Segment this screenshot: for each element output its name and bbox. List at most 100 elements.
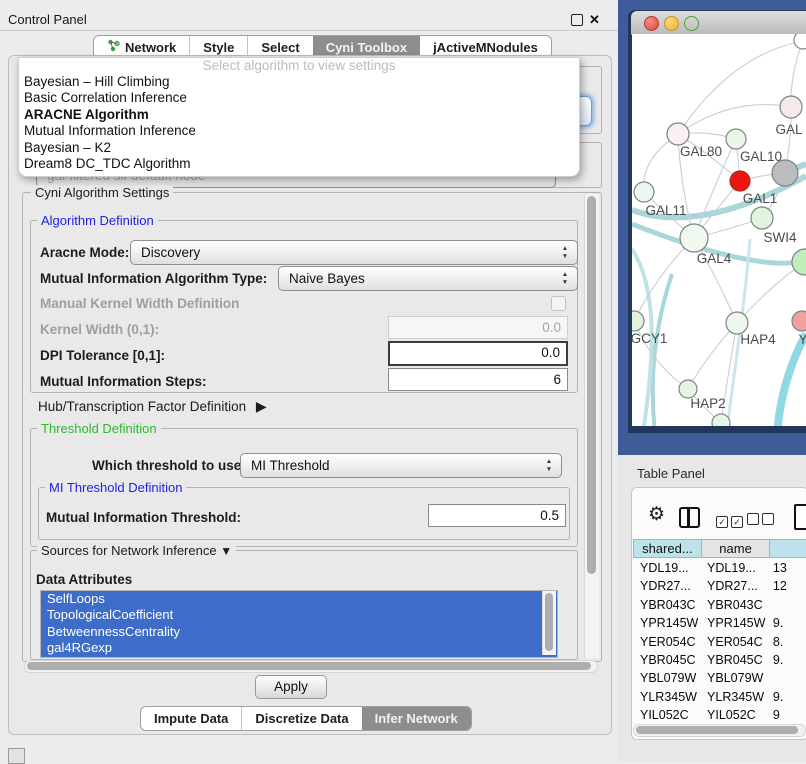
network-node[interactable] — [712, 414, 730, 426]
column-header-shared[interactable]: shared... — [633, 539, 701, 558]
float-window-button[interactable] — [571, 14, 583, 26]
table-cell: YDL19... — [633, 559, 702, 577]
attribute-item[interactable]: TopologicalCoefficient — [41, 607, 557, 623]
node-label: HAP2 — [690, 396, 725, 411]
expanded-arrow-icon[interactable]: ▼ — [220, 544, 232, 558]
table-row[interactable]: YDL19...YDL19...13 — [633, 559, 806, 577]
attribute-item[interactable]: SelfLoops — [41, 591, 557, 607]
hub-definition-text: Hub/Transcription Factor Definition — [38, 399, 246, 414]
table-cell: YLR345W — [702, 688, 770, 706]
network-node-gal[interactable] — [780, 96, 802, 118]
tab-label: Infer Network — [375, 707, 458, 730]
network-node-gal1[interactable] — [730, 171, 750, 191]
settings-hscrollbar-thumb[interactable] — [27, 662, 591, 670]
table-cell: YPR145W — [633, 614, 702, 632]
algorithm-option[interactable]: Dream8 DC_TDC Algorithm — [19, 156, 579, 172]
export-table-icon[interactable] — [794, 504, 806, 530]
network-node-gal4[interactable] — [680, 224, 708, 252]
attribute-item[interactable]: gal4RGexp — [41, 640, 557, 656]
bottom-tabs: Impute Data Discretize Data Infer Network — [140, 706, 472, 731]
table-row[interactable]: YDR27...YDR27...12 — [633, 577, 806, 595]
table-cell: YER054C — [633, 633, 702, 651]
network-node[interactable] — [772, 160, 798, 186]
settings-vscrollbar-thumb[interactable] — [587, 196, 596, 574]
mi-type-combo[interactable]: Naive Bayes ▲▼ — [278, 266, 578, 291]
hub-definition-label[interactable]: Hub/Transcription Factor Definition ▶ — [38, 398, 267, 415]
apply-button[interactable]: Apply — [255, 675, 327, 699]
table-cell: YBL079W — [702, 669, 770, 687]
network-canvas[interactable]: GALGAL80GAL10GAL1GAL11SWI4GAL4GCY1HAP4YH… — [632, 34, 806, 426]
settings-group-title: Cyni Algorithm Settings — [31, 185, 173, 200]
table-cell: YBR045C — [633, 651, 702, 669]
tab-label: Discretize Data — [255, 707, 348, 730]
table-row[interactable]: YIL052CYIL052C9 — [633, 706, 806, 719]
table-cell: YDR27... — [702, 577, 770, 595]
table-cell: YIL052C — [633, 706, 702, 719]
tab-impute-data[interactable]: Impute Data — [141, 707, 241, 730]
kernel-width-field[interactable]: 0.0 — [388, 316, 568, 339]
table-cell: YBR045C — [702, 651, 770, 669]
network-window-titlebar[interactable] — [631, 11, 806, 35]
network-node[interactable] — [794, 34, 806, 49]
close-window-icon[interactable] — [644, 16, 659, 31]
zoom-window-icon[interactable] — [684, 16, 699, 31]
node-label: GAL4 — [697, 251, 732, 266]
algorithm-dropdown-list: Bayesian – Hill ClimbingBasic Correlatio… — [19, 74, 579, 172]
attributes-vscrollbar-thumb[interactable] — [545, 593, 553, 651]
algorithm-option[interactable]: Bayesian – K2 — [19, 140, 579, 156]
split-columns-icon[interactable] — [679, 507, 700, 528]
minimize-window-icon[interactable] — [664, 16, 679, 31]
table-row[interactable]: YER054CYER054C8. — [633, 633, 806, 651]
network-node-gal10[interactable] — [726, 129, 746, 149]
network-node-gal80[interactable] — [667, 123, 689, 145]
kernel-width-label: Kernel Width (0,1): — [40, 322, 159, 337]
close-panel-icon[interactable]: ✕ — [589, 13, 600, 26]
which-threshold-combo[interactable]: MI Threshold ▲▼ — [240, 453, 562, 478]
network-node-y[interactable] — [792, 311, 806, 331]
network-node-swi4[interactable] — [751, 207, 773, 229]
mi-threshold-field[interactable]: 0.5 — [428, 504, 566, 527]
algorithm-option[interactable]: Basic Correlation Inference — [19, 90, 579, 106]
table-row[interactable]: YBL079WYBL079W — [633, 669, 806, 687]
table-hscrollbar-thumb[interactable] — [636, 726, 798, 734]
network-node[interactable] — [792, 249, 806, 275]
mi-steps-field[interactable]: 6 — [388, 368, 568, 391]
sources-title-text: Sources for Network Inference — [41, 543, 217, 558]
algorithm-option[interactable]: ARACNE Algorithm — [19, 107, 579, 123]
table-cell: YDR27... — [633, 577, 702, 595]
aracne-mode-combo[interactable]: Discovery ▲▼ — [130, 240, 578, 265]
data-attributes-list[interactable]: SelfLoopsTopologicalCoefficientBetweenne… — [40, 590, 558, 658]
table-row[interactable]: YBR043CYBR043C — [633, 596, 806, 614]
table-row[interactable]: YLR345WYLR345W9. — [633, 688, 806, 706]
attribute-item[interactable]: BetweennessCentrality — [41, 624, 557, 640]
network-node-hap4[interactable] — [726, 312, 748, 334]
network-node-gcy1[interactable] — [632, 311, 644, 331]
algorithm-option[interactable]: Mutual Information Inference — [19, 123, 579, 139]
column-header-2[interactable] — [769, 539, 806, 558]
manual-kernel-checkbox[interactable] — [551, 296, 566, 311]
table-row[interactable]: YPR145WYPR145W9. — [633, 614, 806, 632]
table-cell: 8. — [770, 633, 806, 651]
network-window: GALGAL80GAL10GAL1GAL11SWI4GAL4GCY1HAP4YH… — [628, 10, 806, 433]
sources-group-title[interactable]: Sources for Network Inference ▼ — [37, 543, 236, 558]
manual-kernel-label: Manual Kernel Width Definition — [40, 296, 239, 311]
select-all-columns-icon[interactable]: ✓✓ — [716, 512, 746, 530]
algorithm-option[interactable]: Bayesian – Hill Climbing — [19, 74, 579, 90]
tab-discretize-data[interactable]: Discretize Data — [241, 707, 361, 730]
which-threshold-value: MI Threshold — [251, 458, 330, 473]
column-header-name[interactable]: name — [701, 539, 770, 558]
dpi-tolerance-field[interactable]: 0.0 — [388, 341, 568, 366]
checked-box-icon: ✓ — [731, 516, 743, 528]
node-label: GAL — [775, 122, 803, 137]
table-row[interactable]: YBR045CYBR045C9. — [633, 651, 806, 669]
deselect-all-columns-icon[interactable] — [747, 512, 777, 530]
mi-type-label: Mutual Information Algorithm Type: — [40, 271, 267, 286]
control-panel: Control Panel ✕ NetworkStyleSelectCyni T… — [0, 0, 618, 762]
node-label: GAL10 — [740, 149, 782, 164]
table-panel-title: Table Panel — [637, 466, 705, 481]
network-node-gal11[interactable] — [634, 182, 654, 202]
tab-infer-network[interactable]: Infer Network — [362, 707, 471, 730]
collapsed-arrow-icon[interactable]: ▶ — [256, 398, 267, 414]
gear-icon[interactable]: ⚙ — [648, 505, 665, 525]
node-label: GCY1 — [632, 331, 667, 346]
